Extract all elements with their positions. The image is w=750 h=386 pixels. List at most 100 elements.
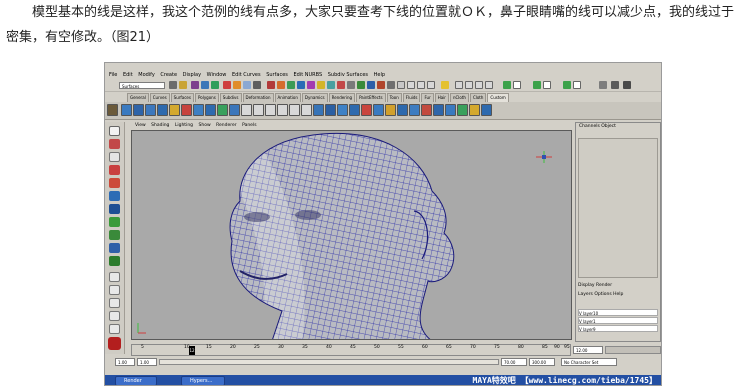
poly-tool-icon[interactable] [457,104,468,116]
menu-file[interactable]: File [109,72,117,78]
poly-tool-icon[interactable] [301,104,312,116]
menu-edit-nurbs[interactable]: Edit NURBS [293,72,322,78]
poly-tool-icon[interactable] [421,104,432,116]
sidebar-toggle-icon[interactable] [485,81,493,89]
poly-tool-icon[interactable] [157,104,168,116]
poly-tool-icon[interactable] [469,104,480,116]
soft-mod-icon[interactable] [109,217,120,227]
light-icon[interactable] [317,81,325,89]
taskbar-item-render[interactable]: Render [115,376,157,385]
layer-row[interactable]: V layer9 [578,325,658,332]
blank-icon[interactable] [397,81,405,89]
playback-start-field[interactable]: 1.00 [137,358,157,366]
poly-tool-icon[interactable] [289,104,300,116]
layout-two-icon[interactable] [109,285,120,295]
blank-icon[interactable] [427,81,435,89]
channel-box-tab-object[interactable]: Object [601,124,616,129]
layout-four-icon[interactable] [109,272,120,282]
layer-menu-help[interactable]: Help [613,292,623,297]
script-editor-icon[interactable] [387,81,395,89]
sidebar-toggle-icon[interactable] [455,81,463,89]
poly-tool-icon[interactable] [409,104,420,116]
end-time-field[interactable]: 300.00 [529,358,555,366]
blank-icon[interactable] [407,81,415,89]
layout-persp-outliner-icon[interactable] [109,298,120,308]
poly-tool-icon[interactable] [145,104,156,116]
sidebar-toggle-icon[interactable] [475,81,483,89]
shelf-tab-fluids[interactable]: Fluids [402,93,421,102]
graph-editor-icon[interactable] [357,81,365,89]
poly-tool-icon[interactable] [169,104,180,116]
x-field-icon[interactable] [503,81,511,89]
manipulator-icon[interactable] [109,204,120,214]
poly-tool-icon[interactable] [217,104,228,116]
select-tool-icon[interactable] [109,126,120,136]
playback-end-field[interactable]: 70.00 [501,358,527,366]
menu-edit[interactable]: Edit [123,72,133,78]
shelf-menu-icon[interactable] [107,104,118,116]
poly-tool-icon[interactable] [481,104,492,116]
render-view-icon[interactable] [337,81,345,89]
layer-row[interactable]: V layer10 [578,309,658,316]
menu-display[interactable]: Display [183,72,201,78]
menu-subdiv-surfaces[interactable]: Subdiv Surfaces [328,72,368,78]
outliner-icon[interactable] [347,81,355,89]
snap-curve-icon[interactable] [233,81,241,89]
shelf-tab-cloth[interactable]: Cloth [469,93,487,102]
snap-point-icon[interactable] [243,81,251,89]
panel-menu-view[interactable]: View [135,123,146,128]
select-hierarchy-icon[interactable] [191,81,199,89]
poly-tool-icon[interactable] [349,104,360,116]
current-frame-marker[interactable]: 12 [189,346,195,355]
dope-sheet-icon[interactable] [367,81,375,89]
menu-help[interactable]: Help [374,72,385,78]
blank-icon[interactable] [417,81,425,89]
poly-tool-icon[interactable] [277,104,288,116]
render-globals-icon[interactable] [297,81,305,89]
current-time-field[interactable]: 12.00 [573,346,603,354]
shelf-tab-curves[interactable]: Curves [149,93,170,102]
show-manip-icon[interactable] [109,230,120,240]
layout-graph-icon[interactable] [109,311,120,321]
z-field[interactable] [573,81,581,89]
panel-menu-panels[interactable]: Panels [242,123,256,128]
shelf-tab-surfaces[interactable]: Surfaces [170,93,194,102]
poly-tool-icon[interactable] [313,104,324,116]
shelf-tab-polygons[interactable]: Polygons [194,93,219,102]
menu-edit-curves[interactable]: Edit Curves [232,72,261,78]
layout-single-icon[interactable] [109,256,120,266]
camera-icon[interactable] [327,81,335,89]
taskbar-item-hypershade[interactable]: Hypers... [181,376,225,385]
shelf-tab-general[interactable]: General [127,93,149,102]
poly-tool-icon[interactable] [229,104,240,116]
sidebar-toggle-icon[interactable] [465,81,473,89]
layout-hypergraph-icon[interactable] [109,324,120,334]
shelf-tab-ncloth[interactable]: nCloth [449,93,469,102]
poly-tool-icon[interactable] [253,104,264,116]
time-slider[interactable]: 5 10 15 20 25 30 35 40 45 50 55 60 65 70… [131,344,571,356]
y-field[interactable] [543,81,551,89]
hypershade-icon[interactable] [307,81,315,89]
snap-plane-icon[interactable] [253,81,261,89]
scale-tool-icon[interactable] [109,191,120,201]
poly-tool-icon[interactable] [133,104,144,116]
snap-grid-icon[interactable] [223,81,231,89]
poly-tool-icon[interactable] [373,104,384,116]
tool-settings-icon[interactable] [611,81,619,89]
lasso-tool-icon[interactable] [109,139,120,149]
shelf-tab-dynamics[interactable]: Dynamics [301,93,328,102]
poly-tool-icon[interactable] [193,104,204,116]
menu-surfaces[interactable]: Surfaces [266,72,288,78]
menu-create[interactable]: Create [160,72,177,78]
poly-tool-icon[interactable] [397,104,408,116]
render-frame-icon[interactable] [277,81,285,89]
shelf-tab-deformation[interactable]: Deformation [242,93,274,102]
ipr-render-icon[interactable] [287,81,295,89]
layer-tab-render[interactable]: Render [596,283,612,288]
shelf-tab-hair[interactable]: Hair [434,93,449,102]
layer-row[interactable]: V layer1 [578,317,658,324]
select-component-icon[interactable] [211,81,219,89]
poly-tool-icon[interactable] [433,104,444,116]
range-slider[interactable] [159,359,499,365]
perspective-viewport[interactable] [131,130,572,340]
